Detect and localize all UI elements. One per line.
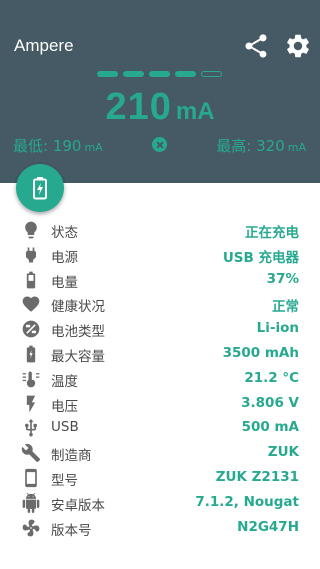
level-segment (123, 71, 144, 77)
wrench-icon (21, 444, 41, 463)
battery-charging-icon (33, 177, 47, 200)
battery-capacity-icon (26, 345, 36, 363)
fan-icon (22, 519, 40, 536)
heart-icon (22, 296, 40, 313)
list-item: 状态 正在充电 (0, 217, 320, 242)
usb-icon (25, 419, 37, 437)
row-value: 正常 (272, 299, 299, 316)
row-label: 电压 (51, 398, 78, 415)
list-item: 最大容量 3500 mAh (0, 341, 320, 366)
row-value: 21.2 °C (244, 369, 299, 386)
max-unit: mA (287, 141, 306, 154)
level-segment (149, 71, 170, 77)
min-reading: 最低: 190 mA (13, 135, 103, 156)
bulb-icon (25, 221, 37, 239)
phone-icon (25, 468, 37, 488)
row-value: 7.1.2, Nougat (195, 493, 299, 510)
row-label: 安卓版本 (51, 497, 105, 514)
power-plug-icon (26, 247, 36, 263)
battery-icon (26, 271, 36, 288)
max-label: 最高: 320 (216, 137, 285, 155)
flash-icon (26, 395, 36, 412)
battery-info-list: 状态 正在充电 电源 USB 充电器 电量 37% 健康状况 正常 电池类型 L… (0, 217, 320, 539)
battery-charging-button[interactable] (16, 164, 64, 212)
list-item: 电源 USB 充电器 (0, 242, 320, 267)
row-value: N2G47H (237, 518, 299, 535)
share-icon[interactable] (242, 32, 270, 60)
row-value: ZUK Z2131 (215, 468, 299, 485)
row-label: 电源 (51, 249, 78, 266)
list-item: 健康状况 正常 (0, 291, 320, 316)
android-icon (22, 492, 40, 513)
list-item: 制造商 ZUK (0, 440, 320, 465)
level-segment (175, 71, 196, 77)
min-unit: mA (84, 141, 103, 154)
current-reading: 210 mA (0, 86, 320, 129)
row-value: ZUK (267, 444, 299, 461)
level-indicator (97, 71, 227, 81)
row-label: 电池类型 (51, 324, 105, 341)
min-label: 最低: 190 (13, 137, 82, 155)
row-value: 37% (266, 270, 299, 287)
row-label: 制造商 (51, 448, 92, 465)
max-reading: 最高: 320 mA (216, 135, 306, 156)
row-label: 版本号 (51, 522, 92, 539)
row-value: 3.806 V (241, 394, 299, 411)
row-label: 型号 (51, 472, 78, 489)
row-label: 温度 (51, 373, 78, 390)
current-value: 210 (105, 86, 172, 128)
list-item: 版本号 N2G47H (0, 515, 320, 540)
reset-icon[interactable] (152, 137, 167, 152)
row-value: 500 mA (241, 419, 299, 436)
list-item: USB 500 mA (0, 415, 320, 440)
thermometer-icon (22, 371, 40, 388)
row-value: Li-ion (256, 320, 299, 337)
row-value: USB 充电器 (222, 249, 299, 266)
row-label: 最大容量 (51, 348, 105, 365)
app-title: Ampere (14, 36, 74, 55)
level-segment (201, 71, 222, 77)
settings-icon[interactable] (284, 32, 312, 60)
level-segment (97, 71, 118, 77)
row-value: 正在充电 (245, 225, 299, 241)
row-label: 健康状况 (51, 299, 105, 316)
list-item: 电量 37% (0, 267, 320, 292)
list-item: 型号 ZUK Z2131 (0, 465, 320, 490)
list-item: 电压 3.806 V (0, 391, 320, 416)
header: Ampere 210 mA 最低: 190 mA 最高: 320 mA (0, 0, 320, 183)
list-item: 安卓版本 7.1.2, Nougat (0, 490, 320, 515)
row-label: 状态 (51, 225, 78, 241)
row-value: 3500 mAh (222, 344, 299, 361)
row-label: 电量 (51, 274, 78, 291)
list-item: 温度 21.2 °C (0, 366, 320, 391)
list-item: 电池类型 Li-ion (0, 316, 320, 341)
current-unit: mA (175, 98, 215, 125)
battery-type-icon (22, 320, 40, 338)
row-label: USB (51, 419, 79, 436)
